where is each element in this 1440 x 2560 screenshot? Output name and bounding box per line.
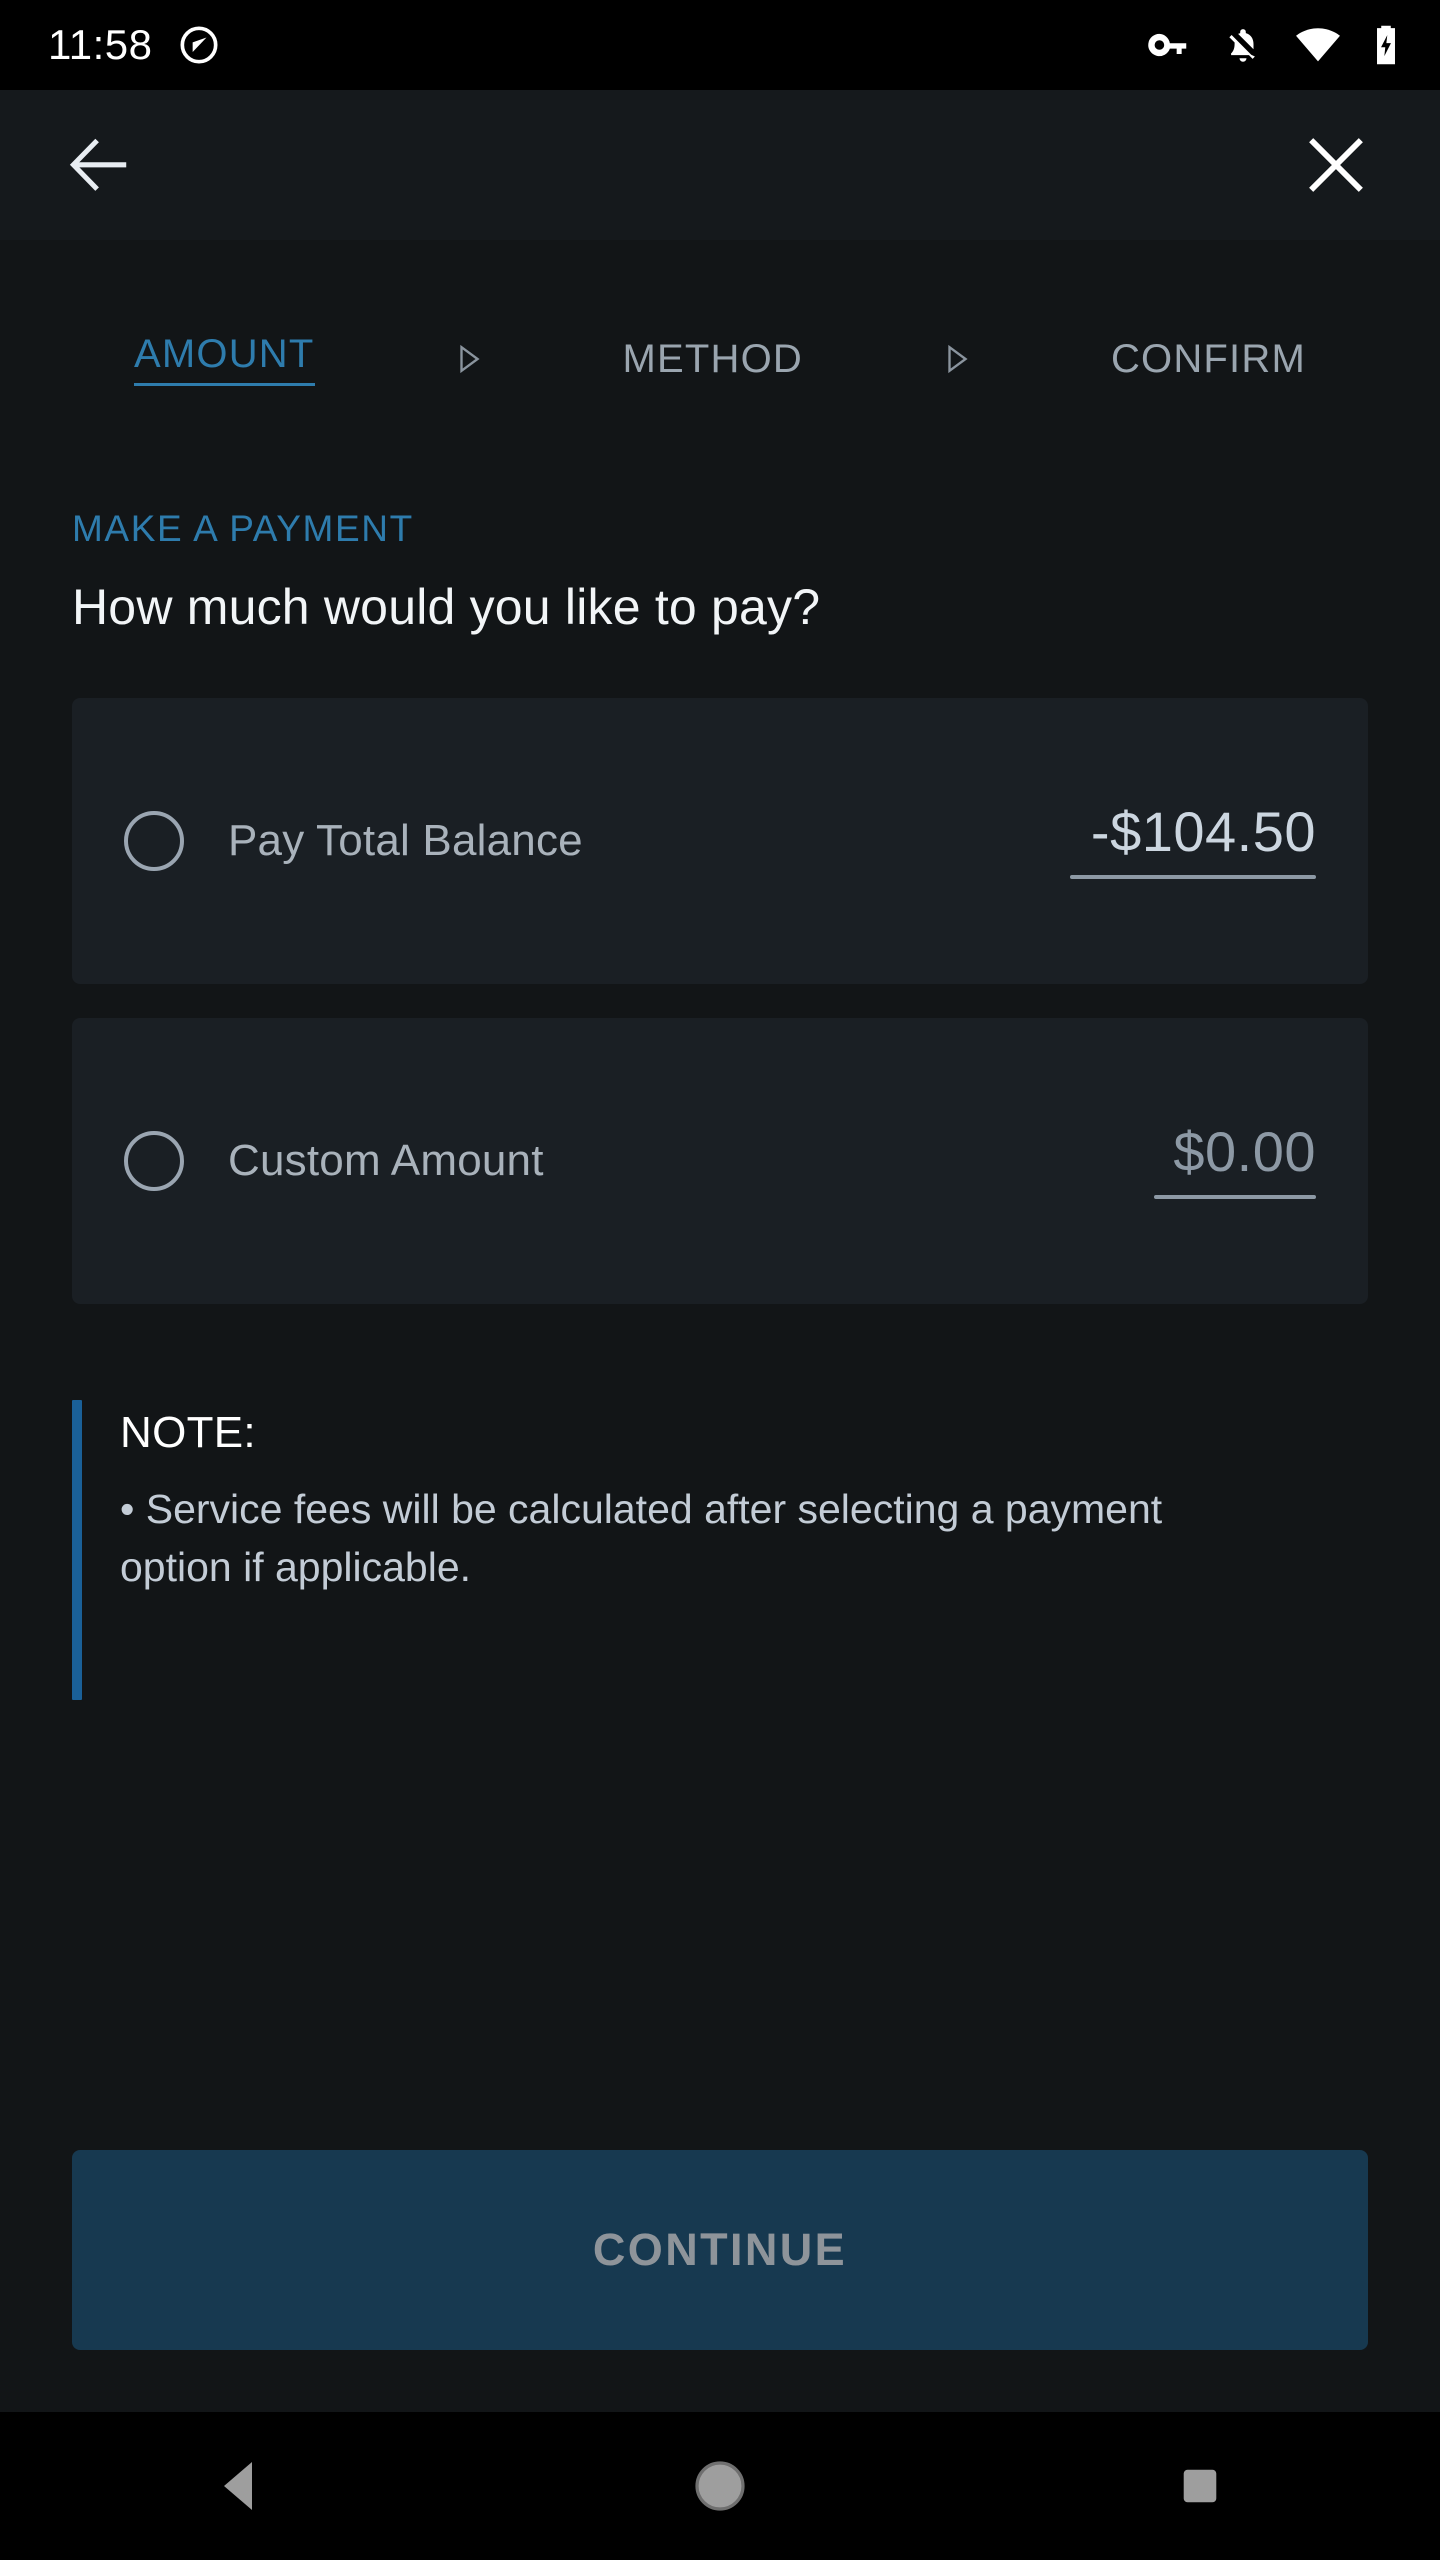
radio-unchecked-icon[interactable] — [124, 1131, 184, 1191]
amount-underline — [1154, 1195, 1316, 1200]
app-badge-icon — [180, 26, 217, 64]
triangle-right-icon — [459, 344, 480, 374]
option-pay-total-balance[interactable]: Pay Total Balance -$104.50 — [72, 698, 1368, 984]
note-title: NOTE: — [120, 1408, 256, 1457]
custom-amount-input[interactable]: $0.00 — [1154, 1119, 1316, 1200]
step-amount[interactable]: AMOUNT — [134, 332, 315, 386]
option-custom-amount[interactable]: Custom Amount $0.00 — [72, 1018, 1368, 1304]
nav-home-circle-icon — [695, 2461, 745, 2511]
step-method[interactable]: METHOD — [622, 337, 803, 382]
content-area: AMOUNT METHOD CONFIRM MAKE A PAYMENT How… — [0, 240, 1440, 2412]
payment-options-list: Pay Total Balance -$104.50 Custom Amount… — [72, 698, 1368, 1304]
radio-unchecked-icon[interactable] — [124, 811, 184, 871]
notifications-off-icon — [1229, 29, 1255, 62]
option-left-group: Pay Total Balance — [124, 811, 583, 871]
note-text: • Service fees will be calculated after … — [120, 1486, 1163, 1591]
status-bar-right — [1146, 23, 1400, 67]
amount-underline — [1070, 875, 1316, 880]
progress-stepper: AMOUNT METHOD CONFIRM — [72, 240, 1368, 386]
nav-back-button[interactable] — [165, 2412, 315, 2560]
app-bar — [0, 90, 1440, 240]
nav-home-button[interactable] — [645, 2412, 795, 2560]
note-accent-bar — [72, 1400, 82, 1700]
status-time: 11:58 — [48, 21, 153, 68]
status-bar: 11:58 — [0, 0, 1440, 90]
step-confirm[interactable]: CONFIRM — [1111, 337, 1306, 382]
back-button[interactable] — [52, 117, 148, 213]
arrow-back-icon — [69, 138, 127, 191]
android-nav-bar — [0, 2412, 1440, 2560]
option-amount: -$104.50 — [1090, 799, 1316, 863]
option-label: Custom Amount — [228, 1136, 544, 1185]
option-amount: $0.00 — [1173, 1119, 1316, 1183]
battery-charging-icon — [1377, 25, 1395, 65]
nav-back-triangle-icon — [224, 2462, 252, 2510]
note-body: NOTE: • Service fees will be calculated … — [120, 1400, 1240, 1700]
status-bar-left: 11:58 — [48, 21, 219, 69]
page-title: How much would you like to pay? — [72, 579, 821, 635]
section-eyebrow: MAKE A PAYMENT — [72, 508, 414, 549]
nav-recents-button[interactable] — [1125, 2412, 1275, 2560]
close-icon — [1309, 138, 1363, 192]
triangle-right-icon — [948, 344, 968, 374]
continue-button[interactable]: CONTINUE — [72, 2150, 1368, 2350]
note-block: NOTE: • Service fees will be calculated … — [72, 1400, 1368, 1700]
close-button[interactable] — [1288, 117, 1384, 213]
vpn-key-icon — [1148, 33, 1187, 57]
option-left-group: Custom Amount — [124, 1131, 544, 1191]
total-balance-amount-field[interactable]: -$104.50 — [1070, 799, 1316, 880]
option-label: Pay Total Balance — [228, 816, 583, 865]
payment-amount-screen: 11:58 AMOUNT METHOD CONFIRM MAKE A PAYME… — [0, 0, 1440, 2560]
nav-recents-square-icon — [1183, 2469, 1217, 2503]
cta-container: CONTINUE — [72, 2150, 1368, 2412]
wifi-icon — [1296, 28, 1340, 62]
